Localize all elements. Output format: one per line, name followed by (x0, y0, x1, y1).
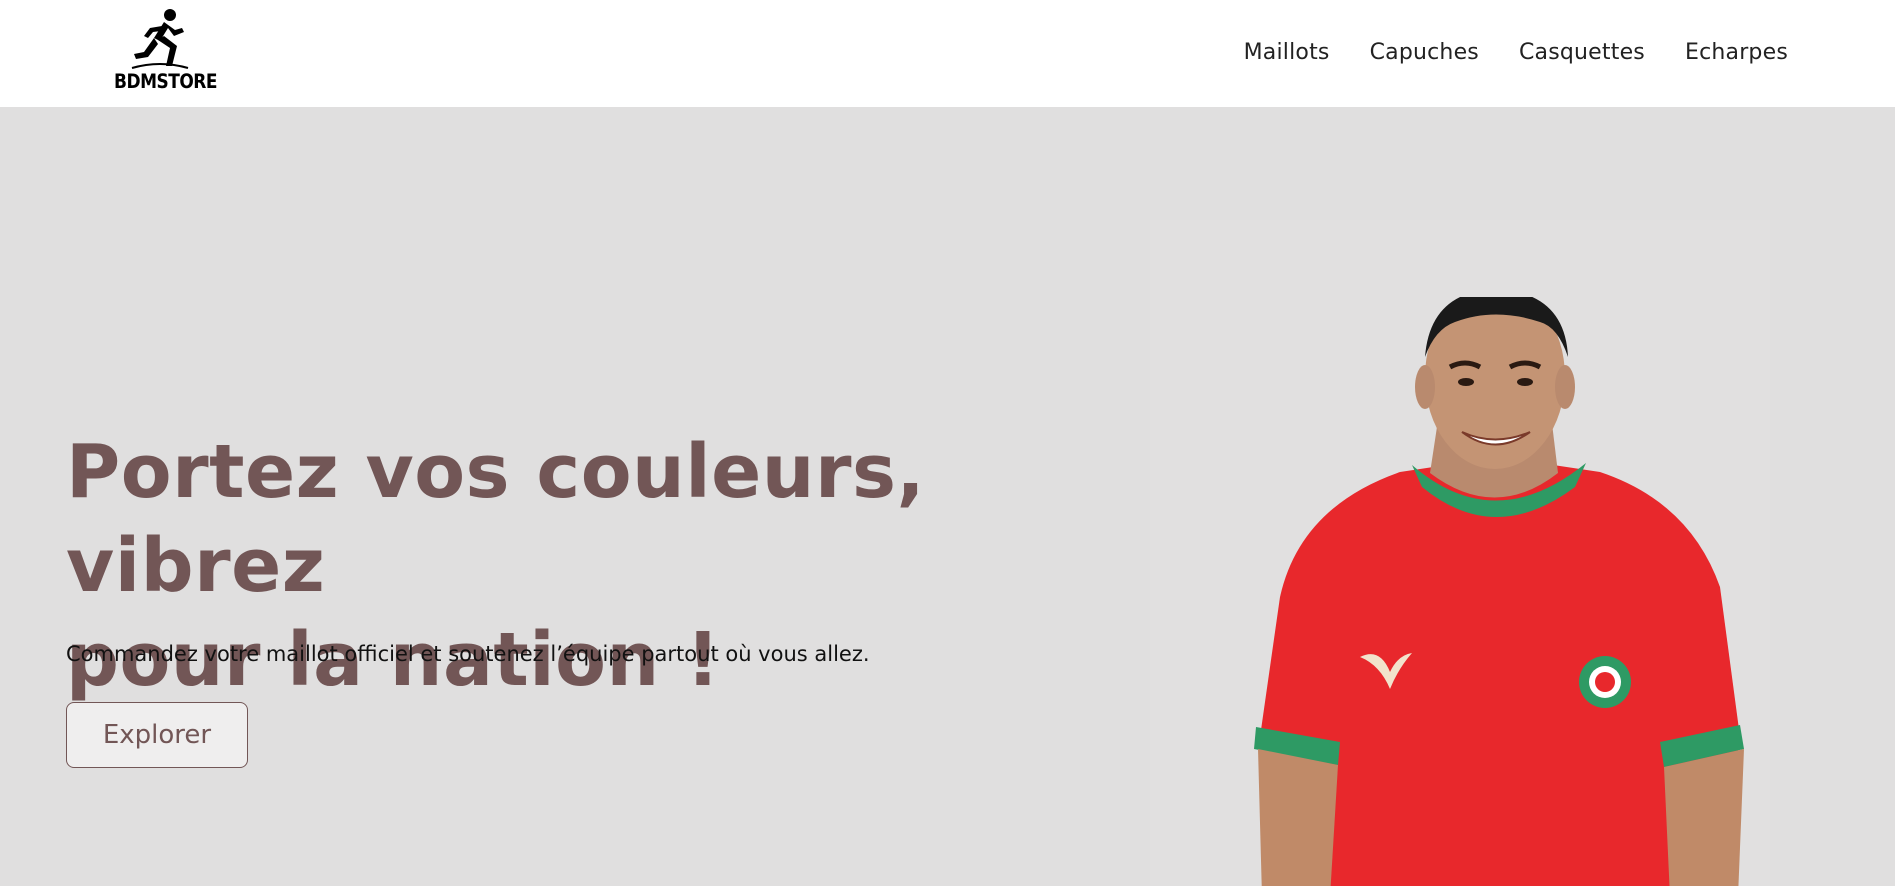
nav-item-capuches[interactable]: Capuches (1370, 40, 1479, 65)
nav-item-maillots[interactable]: Maillots (1244, 40, 1330, 65)
nav-item-echarpes[interactable]: Echarpes (1685, 40, 1788, 65)
explorer-button[interactable]: Explorer (66, 702, 248, 768)
hero-subtext: Commandez votre maillot officiel et sout… (66, 642, 870, 666)
player-image (1254, 297, 1744, 886)
hero-section: Portez vos couleurs, vibrez pour la nati… (0, 107, 1895, 886)
brand-logo[interactable]: BDMSTORE (112, 6, 217, 94)
brand-name: BDMSTORE (114, 70, 217, 94)
site-header: BDMSTORE Maillots Capuches Casquettes Ec… (0, 0, 1895, 107)
running-man-icon (131, 9, 189, 69)
main-nav: Maillots Capuches Casquettes Echarpes (1244, 40, 1788, 65)
nav-item-casquettes[interactable]: Casquettes (1519, 40, 1645, 65)
hero-headline-line1: Portez vos couleurs, vibrez (66, 429, 926, 609)
